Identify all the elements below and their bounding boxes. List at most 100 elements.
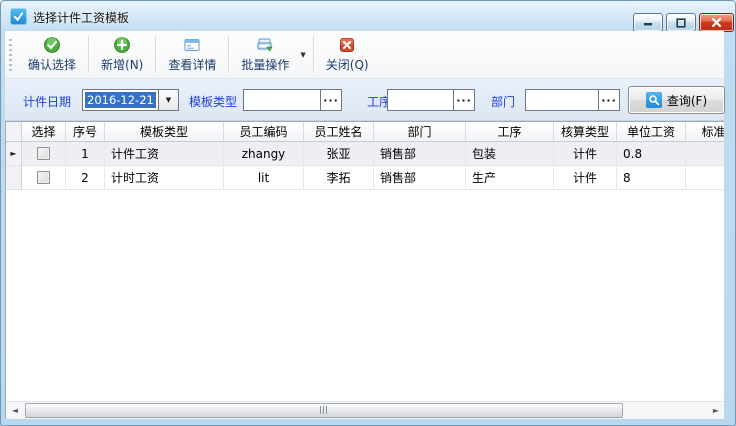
- row-select-cell[interactable]: [22, 142, 66, 166]
- process-lookup: ···: [387, 89, 475, 111]
- col-header-process[interactable]: 工序: [466, 122, 554, 142]
- toolbar-separator: [155, 36, 156, 73]
- process-cell[interactable]: 包装: [466, 142, 554, 166]
- maximize-button[interactable]: [666, 13, 696, 32]
- col-header-emp-name[interactable]: 员工姓名: [304, 122, 374, 142]
- template-grid: 选择 序号 模板类型 员工编码 员工姓名 部门 工序 核算类型 单位工资 标准工…: [5, 121, 724, 419]
- table-row[interactable]: ► 1 计件工资 zhangy 张亚 销售部 包装 计件 0.8: [6, 142, 724, 166]
- minimize-icon: [643, 18, 653, 27]
- close-dialog-button[interactable]: 关闭(Q): [315, 31, 380, 78]
- emp-code-cell[interactable]: lit: [224, 166, 304, 190]
- template-type-cell[interactable]: 计件工资: [105, 142, 224, 166]
- department-ellipsis-button[interactable]: ···: [598, 90, 619, 110]
- seq-cell[interactable]: 1: [66, 142, 105, 166]
- add-new-button[interactable]: 新增(N): [90, 31, 154, 78]
- batch-operation-button[interactable]: 批量操作: [230, 31, 300, 78]
- emp-name-cell[interactable]: 李拓: [304, 166, 374, 190]
- caret-down-icon: ▼: [166, 96, 171, 104]
- date-dropdown-button[interactable]: ▼: [158, 90, 178, 110]
- template-type-ellipsis-button[interactable]: ···: [320, 90, 341, 110]
- toolbar-separator: [313, 36, 314, 73]
- standard-cell[interactable]: [686, 142, 724, 166]
- col-header-seq[interactable]: 序号: [66, 122, 105, 142]
- department-cell[interactable]: 销售部: [374, 166, 466, 190]
- process-cell[interactable]: 生产: [466, 166, 554, 190]
- table-row[interactable]: 2 计时工资 lit 李拓 销售部 生产 计件 8: [6, 166, 724, 190]
- dialog-content: 确认选择 新增(N) 查看详情: [5, 31, 724, 419]
- piece-date-value[interactable]: 2016-12-21: [83, 90, 158, 110]
- row-checkbox[interactable]: [37, 147, 50, 160]
- scrollbar-grip-icon: [320, 406, 329, 414]
- close-red-icon: [338, 36, 356, 54]
- horizontal-scrollbar[interactable]: ◄ ►: [6, 401, 724, 419]
- query-button[interactable]: 查询(F): [628, 86, 725, 114]
- col-header-emp-code[interactable]: 员工编码: [224, 122, 304, 142]
- col-header-template-type[interactable]: 模板类型: [105, 122, 224, 142]
- grid-header-row: 选择 序号 模板类型 员工编码 员工姓名 部门 工序 核算类型 单位工资 标准工…: [6, 122, 724, 142]
- row-select-cell[interactable]: [22, 166, 66, 190]
- process-input[interactable]: [388, 90, 453, 110]
- scrollbar-thumb[interactable]: [25, 403, 623, 418]
- close-button[interactable]: [699, 13, 734, 32]
- confirm-check-icon: [43, 36, 61, 54]
- toolbar-separator: [228, 36, 229, 73]
- add-plus-icon: [113, 36, 131, 54]
- grid-empty-area: [6, 190, 724, 400]
- calc-type-cell[interactable]: 计件: [554, 142, 617, 166]
- scroll-right-icon: ►: [713, 406, 719, 415]
- piece-date-combobox[interactable]: 2016-12-21 ▼: [82, 89, 179, 111]
- confirm-select-button[interactable]: 确认选择: [17, 31, 87, 78]
- col-header-calc-type[interactable]: 核算类型: [554, 122, 617, 142]
- view-detail-label: 查看详情: [168, 56, 216, 73]
- search-icon: [646, 92, 662, 108]
- row-indicator-header: [6, 122, 22, 142]
- col-header-select[interactable]: 选择: [22, 122, 66, 142]
- minimize-button[interactable]: [633, 13, 663, 32]
- department-cell[interactable]: 销售部: [374, 142, 466, 166]
- unit-wage-cell[interactable]: 8: [617, 166, 686, 190]
- scroll-right-button[interactable]: ►: [707, 402, 724, 420]
- confirm-select-label: 确认选择: [28, 56, 76, 73]
- titlebar[interactable]: 选择计件工资模板: [1, 1, 735, 31]
- seq-cell[interactable]: 2: [66, 166, 105, 190]
- template-type-cell[interactable]: 计时工资: [105, 166, 224, 190]
- maximize-icon: [676, 18, 686, 28]
- ellipsis-icon: ···: [456, 94, 472, 107]
- scroll-left-button[interactable]: ◄: [6, 402, 24, 420]
- batch-operation-label: 批量操作: [241, 56, 289, 73]
- template-type-input[interactable]: [244, 90, 320, 110]
- unit-wage-cell[interactable]: 0.8: [617, 142, 686, 166]
- toolbar-separator: [88, 36, 89, 73]
- department-label: 部门: [491, 93, 515, 110]
- department-lookup: ···: [525, 89, 620, 111]
- emp-code-cell[interactable]: zhangy: [224, 142, 304, 166]
- toolbar-grip[interactable]: [9, 39, 12, 71]
- scroll-left-icon: ◄: [12, 406, 18, 415]
- calc-type-cell[interactable]: 计件: [554, 166, 617, 190]
- detail-window-icon: [183, 36, 201, 54]
- close-dialog-label: 关闭(Q): [326, 56, 369, 73]
- scrollbar-track[interactable]: [24, 402, 707, 420]
- toolbar: 确认选择 新增(N) 查看详情: [5, 31, 724, 79]
- template-type-lookup: ···: [243, 89, 342, 111]
- close-icon: [711, 17, 722, 28]
- col-header-standard[interactable]: 标准工资: [686, 122, 724, 142]
- add-new-label: 新增(N): [101, 56, 143, 73]
- department-input[interactable]: [526, 90, 598, 110]
- view-detail-button[interactable]: 查看详情: [157, 31, 227, 78]
- row-arrow-icon: ►: [10, 150, 16, 158]
- ellipsis-icon: ···: [323, 94, 339, 107]
- col-header-department[interactable]: 部门: [374, 122, 466, 142]
- filter-bar: 计件日期 2016-12-21 ▼ 模板类型 ··· 工序 ··· 部门 ···: [5, 79, 724, 121]
- current-row-indicator: ►: [6, 142, 22, 166]
- window-title: 选择计件工资模板: [33, 9, 129, 26]
- row-checkbox[interactable]: [37, 171, 50, 184]
- batch-dropdown-caret-icon[interactable]: ▼: [300, 31, 311, 78]
- emp-name-cell[interactable]: 张亚: [304, 142, 374, 166]
- row-indicator-cell: [6, 166, 22, 190]
- standard-cell[interactable]: [686, 166, 724, 190]
- batch-operation-icon: [256, 36, 274, 54]
- process-ellipsis-button[interactable]: ···: [453, 90, 474, 110]
- col-header-unit-wage[interactable]: 单位工资: [617, 122, 686, 142]
- dialog-window: 选择计件工资模板 确认选择: [0, 0, 736, 426]
